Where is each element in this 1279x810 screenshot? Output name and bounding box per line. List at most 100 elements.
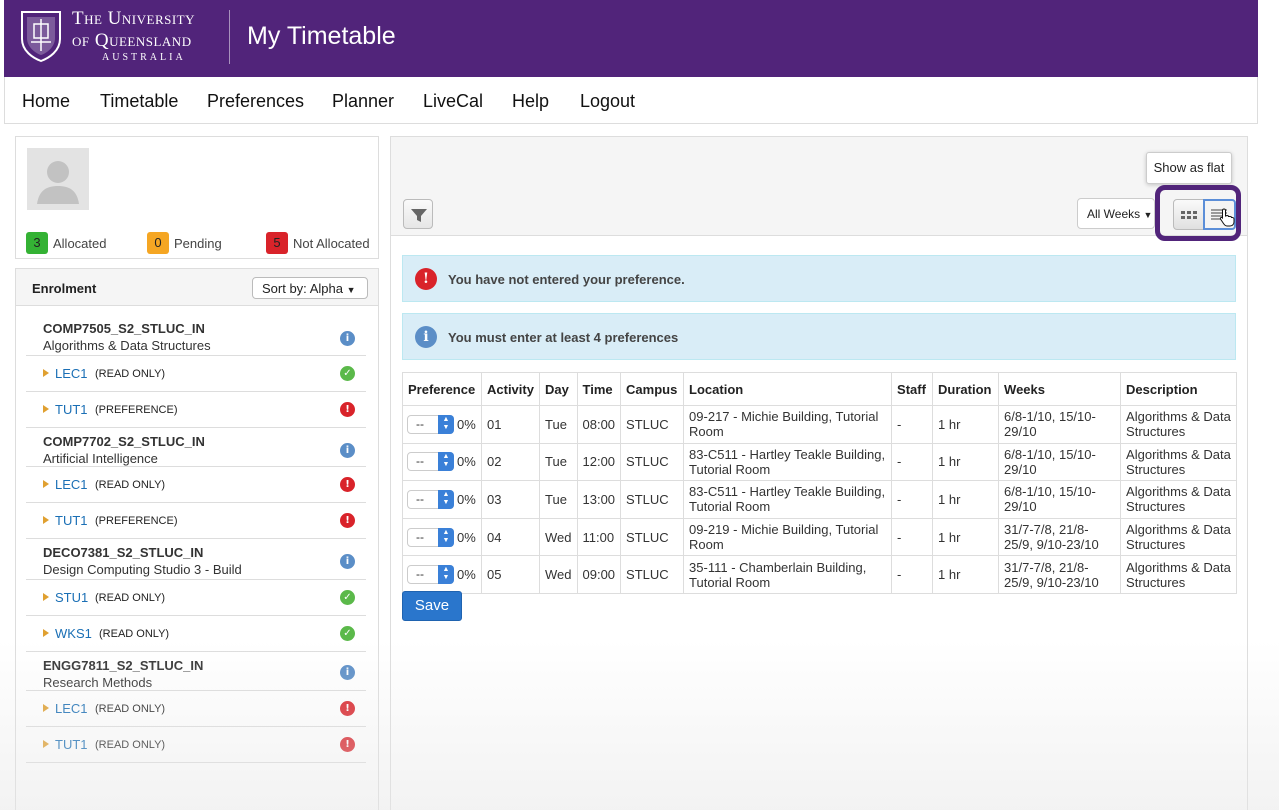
nav-home[interactable]: Home <box>22 91 70 112</box>
time-cell: 09:00 <box>576 555 622 594</box>
preference-select[interactable]: -- ▲ ▼ <box>407 489 454 509</box>
table-row: -- ▲ ▼ 0% 05 Wed 09:00 STLUC 35-111 - Chamb… <box>402 555 1238 594</box>
error-circle-icon: ! <box>415 268 437 290</box>
table-row: -- ▲ ▼ 0% 02 Tue 12:00 STLUC 83-C511 - Hart… <box>402 442 1238 482</box>
save-button[interactable]: Save <box>402 591 462 621</box>
preference-select[interactable]: -- ▲ ▼ <box>407 414 454 434</box>
nav-timetable[interactable]: Timetable <box>100 91 178 112</box>
staff-cell: - <box>891 442 934 482</box>
preference-value: -- <box>416 416 424 431</box>
activity-link[interactable]: LEC1 <box>55 477 88 492</box>
course-item[interactable]: ENGG7811_S2_STLUC_IN Research Methods i <box>26 652 366 691</box>
preference-select[interactable]: -- ▲ ▼ <box>407 452 454 472</box>
preference-select[interactable]: -- ▲ ▼ <box>407 565 454 585</box>
info-icon[interactable]: i <box>340 331 355 346</box>
nav-help[interactable]: Help <box>512 91 549 112</box>
activity-link[interactable]: LEC1 <box>55 701 88 716</box>
user-silhouette-icon <box>37 161 79 204</box>
activity-link[interactable]: LEC1 <box>55 366 88 381</box>
staff-cell: - <box>891 555 934 594</box>
info-icon[interactable]: i <box>340 443 355 458</box>
weeks-cell: 31/7-7/8, 21/8-25/9, 9/10-23/10 <box>998 517 1122 557</box>
info-icon[interactable]: i <box>340 665 355 680</box>
course-item[interactable]: COMP7505_S2_STLUC_IN Algorithms & Data S… <box>26 315 366 356</box>
check-circle-icon: ✓ <box>340 366 355 381</box>
caret-down-icon: ▼ <box>346 285 356 295</box>
stepper-icon: ▲ ▼ <box>438 527 454 547</box>
preference-value: -- <box>416 491 424 506</box>
grid-icon <box>1181 211 1197 219</box>
preference-percent: 0% <box>457 529 476 545</box>
activity-mode: (PREFERENCE) <box>95 404 178 416</box>
column-header[interactable]: Weeks <box>998 372 1122 406</box>
activity-link[interactable]: TUT1 <box>55 737 88 752</box>
column-header[interactable]: Activity <box>481 372 540 406</box>
flat-view-button[interactable] <box>1203 199 1236 230</box>
campus-cell: STLUC <box>620 517 685 557</box>
time-cell: 13:00 <box>576 480 622 519</box>
activity-link[interactable]: TUT1 <box>55 402 88 417</box>
arrow-right-icon <box>43 704 49 712</box>
column-header[interactable]: Location <box>683 372 893 406</box>
nav-livecal[interactable]: LiveCal <box>423 91 483 112</box>
activity-mode: (READ ONLY) <box>95 739 166 751</box>
course-item[interactable]: DECO7381_S2_STLUC_IN Design Computing St… <box>26 539 366 580</box>
allocated-count-badge: 3 <box>26 232 48 254</box>
column-header[interactable]: Day <box>539 372 578 406</box>
course-name: Algorithms & Data Structures <box>43 338 211 353</box>
arrow-right-icon <box>43 516 49 524</box>
arrow-right-icon <box>43 480 49 488</box>
pending-count-badge: 0 <box>147 232 169 254</box>
column-header[interactable]: Time <box>576 372 622 406</box>
hand-pointer-icon <box>1219 208 1235 227</box>
not-allocated-count-badge: 5 <box>266 232 288 254</box>
preference-percent: 0% <box>457 454 476 470</box>
column-header[interactable]: Preference <box>402 372 482 406</box>
nav-preferences[interactable]: Preferences <box>207 91 304 112</box>
duration-cell: 1 hr <box>932 442 1000 482</box>
preference-select[interactable]: -- ▲ ▼ <box>407 527 454 547</box>
staff-cell: - <box>891 517 934 557</box>
filter-button[interactable] <box>403 199 433 229</box>
preference-cell: -- ▲ ▼ 0% <box>402 517 482 557</box>
description-cell: Algorithms & Data Structures <box>1120 517 1238 557</box>
caret-down-icon: ▼ <box>1143 210 1153 220</box>
column-header[interactable]: Staff <box>891 372 934 406</box>
nav-logout[interactable]: Logout <box>580 91 635 112</box>
error-circle-icon: ! <box>340 701 355 716</box>
staff-cell: - <box>891 405 934 444</box>
activity-link[interactable]: TUT1 <box>55 513 88 528</box>
error-circle-icon: ! <box>340 477 355 492</box>
nav-planner[interactable]: Planner <box>332 91 394 112</box>
duration-cell: 1 hr <box>932 480 1000 519</box>
arrow-right-icon <box>43 629 49 637</box>
campus-cell: STLUC <box>620 555 685 594</box>
column-header[interactable]: Duration <box>932 372 1000 406</box>
show-as-flat-tooltip: Show as flat <box>1146 152 1232 184</box>
arrow-right-icon <box>43 405 49 413</box>
activity-link[interactable]: STU1 <box>55 590 88 605</box>
pending-label: Pending <box>174 235 222 251</box>
course-name: Artificial Intelligence <box>43 451 158 466</box>
preference-percent: 0% <box>457 567 476 583</box>
sort-dropdown[interactable]: Sort by: Alpha ▼ <box>252 277 368 299</box>
duration-cell: 1 hr <box>932 555 1000 594</box>
course-code: COMP7702_S2_STLUC_IN <box>43 434 205 449</box>
info-icon[interactable]: i <box>340 554 355 569</box>
table-row: -- ▲ ▼ 0% 03 Tue 13:00 STLUC 83-C511 - Hart… <box>402 480 1238 519</box>
weeks-dropdown[interactable]: All Weeks ▼ <box>1077 198 1155 229</box>
location-cell: 83-C511 - Hartley Teakle Building, Tutor… <box>683 480 893 519</box>
info-alert: i You must enter at least 4 preferences <box>402 313 1236 360</box>
time-cell: 12:00 <box>576 442 622 482</box>
sort-label: Sort by: Alpha <box>262 281 343 296</box>
arrow-right-icon <box>43 740 49 748</box>
activity-detail-panel: Show as flat All Weeks ▼ ! You have not … <box>390 136 1248 810</box>
column-header[interactable]: Campus <box>620 372 685 406</box>
activity-link[interactable]: WKS1 <box>55 626 92 641</box>
check-circle-icon: ✓ <box>340 626 355 641</box>
column-header[interactable]: Description <box>1120 372 1238 406</box>
preference-cell: -- ▲ ▼ 0% <box>402 405 482 444</box>
course-item[interactable]: COMP7702_S2_STLUC_IN Artificial Intellig… <box>26 428 366 467</box>
activity-mode: (PREFERENCE) <box>95 515 178 527</box>
grid-view-button[interactable] <box>1173 199 1204 230</box>
